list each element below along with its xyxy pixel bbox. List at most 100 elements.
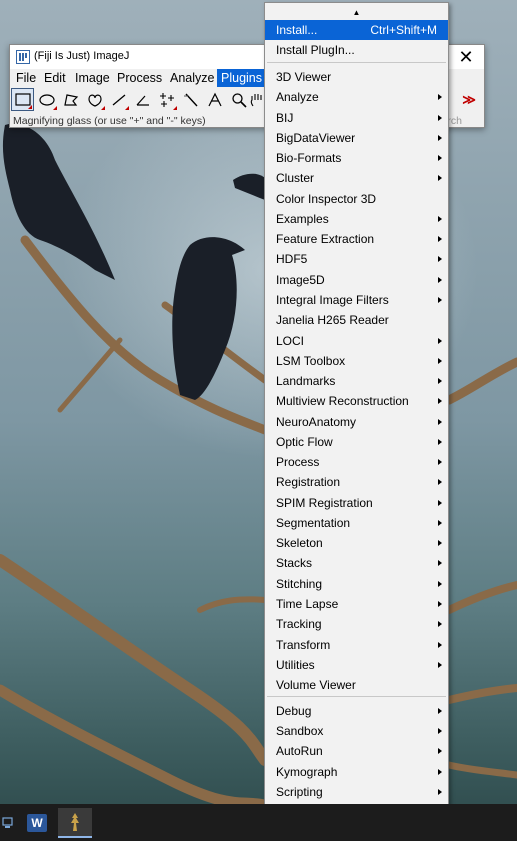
word-icon: W [27,814,47,832]
text-tool[interactable] [203,88,226,111]
freehand-tool[interactable] [83,88,106,111]
rectangle-tool[interactable] [11,88,34,111]
word-taskbar-button[interactable]: W [20,808,54,838]
menu-item-cluster[interactable]: Cluster [265,168,448,188]
menu-item-integral-image-filters[interactable]: Integral Image Filters [265,290,448,310]
menu-item-spim-registration[interactable]: SPIM Registration [265,493,448,513]
menu-item-install-plugin[interactable]: Install PlugIn... [265,40,448,60]
menu-item-registration[interactable]: Registration [265,472,448,492]
submenu-arrow-icon [438,641,442,648]
menu-item-neuroanatomy[interactable]: NeuroAnatomy [265,412,448,432]
menu-process[interactable]: Process [113,69,166,87]
menu-item-label: Optic Flow [276,434,333,449]
submenu-arrow-icon [438,276,442,283]
branch [57,337,123,413]
tool-options-marker [125,106,129,110]
menu-plugins[interactable]: Plugins [217,69,266,87]
menu-item-debug[interactable]: Debug [265,701,448,721]
menu-item-bigdataviewer[interactable]: BigDataViewer [265,128,448,148]
menu-item-label: Multiview Reconstruction [276,394,409,409]
wand-tool[interactable] [179,88,202,111]
search-hint: rch [447,115,462,127]
menu-item-janelia-h265-reader[interactable]: Janelia H265 Reader [265,310,448,330]
crow-left [2,123,115,280]
crow-right-head [233,173,265,200]
branch [444,357,517,405]
line-tool[interactable] [107,88,130,111]
scroll-up-button[interactable]: ▲ [265,5,448,19]
menu-item-label: BIJ [276,110,294,125]
menu-image[interactable]: Image [71,69,114,87]
oval-tool[interactable] [35,88,58,111]
fiji-taskbar-button[interactable] [58,808,92,838]
menu-item-stitching[interactable]: Stitching [265,574,448,594]
menu-item-lsm-toolbox[interactable]: LSM Toolbox [265,351,448,371]
network-icon[interactable] [0,808,16,838]
submenu-arrow-icon [438,499,442,506]
menu-item-bij[interactable]: BIJ [265,108,448,128]
menu-item-sandbox[interactable]: Sandbox [265,721,448,741]
menu-item-label: Landmarks [276,374,336,389]
menu-item-label: Bio-Formats [276,151,342,166]
submenu-arrow-icon [438,337,442,344]
fiji-app-icon [16,50,30,64]
polygon-tool[interactable] [59,88,82,111]
menu-item-scripting[interactable]: Scripting [265,782,448,802]
plugins-dropdown-menu: ▲ Install... Ctrl+Shift+M Install PlugIn..… [264,2,449,838]
angle-tool[interactable] [131,88,154,111]
menu-analyze[interactable]: Analyze [166,69,218,87]
menu-item-loci[interactable]: LOCI [265,331,448,351]
submenu-arrow-icon [438,215,442,222]
menu-item-color-inspector-3d[interactable]: Color Inspector 3D [265,189,448,209]
more-tools-button[interactable]: ≫ [458,88,480,111]
menu-item-bio-formats[interactable]: Bio-Formats [265,148,448,168]
branch [197,596,268,613]
multipoint-tool[interactable] [155,88,178,111]
submenu-arrow-icon [438,728,442,735]
menu-item-feature-extraction[interactable]: Feature Extraction [265,229,448,249]
network-icon-glyph [2,817,13,828]
menu-item-label: 3D Viewer [276,70,332,84]
menu-item-skeleton[interactable]: Skeleton [265,533,448,553]
menu-item-install[interactable]: Install... Ctrl+Shift+M [265,20,448,40]
menu-item-multiview-reconstruction[interactable]: Multiview Reconstruction [265,391,448,411]
menu-item-label: Cluster [276,171,315,186]
submenu-arrow-icon [438,580,442,587]
menu-item-process[interactable]: Process [265,452,448,472]
menu-file[interactable]: File [12,69,40,87]
submenu-arrow-icon [438,601,442,608]
submenu-arrow-icon [438,357,442,364]
menu-edit[interactable]: Edit [40,69,70,87]
close-icon[interactable]: ✕ [452,46,480,68]
menu-item-label: Color Inspector 3D [276,191,377,206]
menu-item-image5d[interactable]: Image5D [265,270,448,290]
submenu-arrow-icon [438,256,442,263]
line-icon [112,94,125,105]
menu-item-label: Stacks [276,556,313,571]
submenu-arrow-icon [438,459,442,466]
menu-item-landmarks[interactable]: Landmarks [265,371,448,391]
menu-item-hdf5[interactable]: HDF5 [265,249,448,269]
angle-icon [136,95,149,106]
menu-item-time-lapse[interactable]: Time Lapse [265,594,448,614]
tool-options-marker [173,106,177,110]
menu-item-label: Install... [276,23,318,37]
menu-item-utilities[interactable]: Utilities [265,655,448,675]
submenu-arrow-icon [438,378,442,385]
menu-item-segmentation[interactable]: Segmentation [265,513,448,533]
menu-item-kymograph[interactable]: Kymograph [265,762,448,782]
menu-item-stacks[interactable]: Stacks [265,553,448,573]
menu-item-examples[interactable]: Examples [265,209,448,229]
hand-tool[interactable] [249,88,265,111]
menu-item-tracking[interactable]: Tracking [265,614,448,634]
menu-item-analyze[interactable]: Analyze [265,87,448,107]
menu-item-label: BigDataViewer [276,130,356,145]
menu-item-optic-flow[interactable]: Optic Flow [265,432,448,452]
magnifier-tool[interactable] [227,88,250,111]
submenu-arrow-icon [438,134,442,141]
menu-item-3d-viewer[interactable]: 3D Viewer [265,67,448,87]
polygon-icon [63,93,78,106]
menu-item-volume-viewer[interactable]: Volume Viewer [265,675,448,695]
menu-item-autorun[interactable]: AutoRun [265,741,448,761]
menu-item-transform[interactable]: Transform [265,635,448,655]
